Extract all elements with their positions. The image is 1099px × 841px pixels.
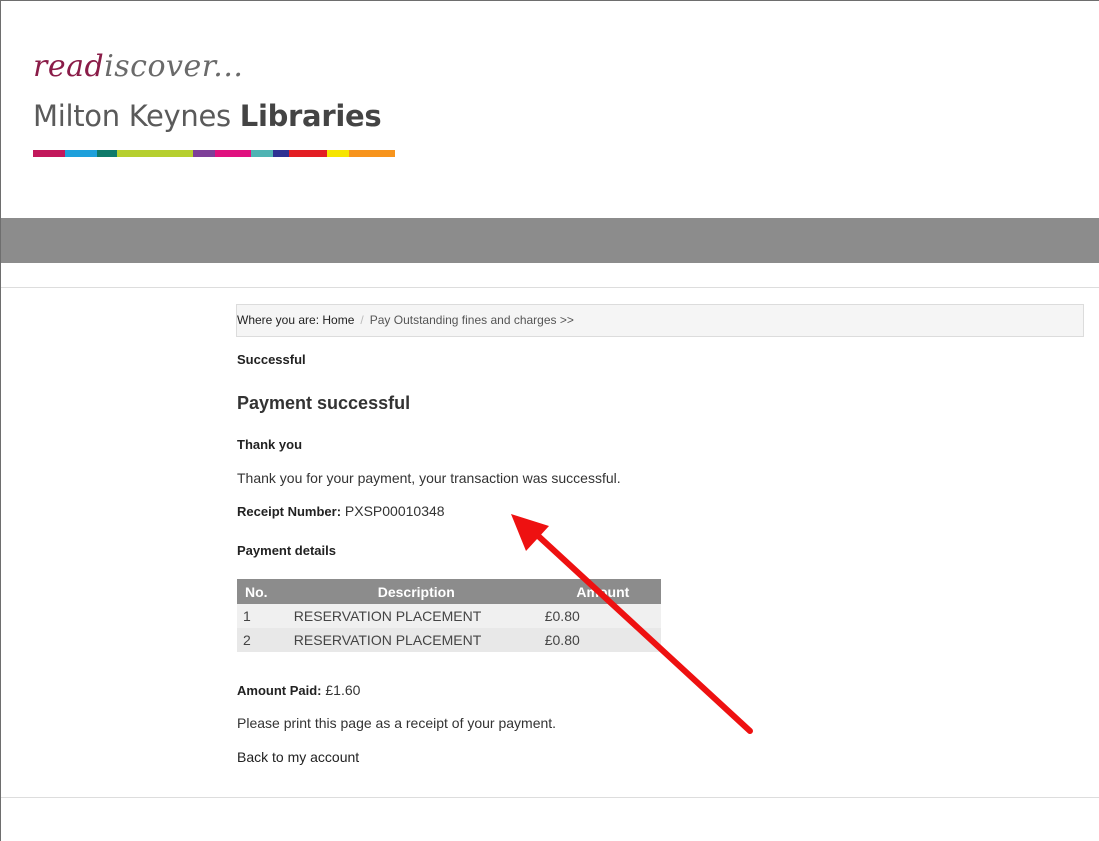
receipt-number-value: PXSP00010348 [344,503,445,519]
divider-bottom [1,797,1099,798]
amount-paid-value: £1.60 [325,682,361,698]
column-header-no: No. [237,579,288,604]
logo-color-bar [65,150,97,157]
logo-color-bar [327,150,349,157]
print-note: Please print this page as a receipt of y… [237,715,557,731]
cell-description: RESERVATION PLACEMENT [287,604,545,628]
breadcrumb-prefix: Where you are: [237,313,323,327]
thank-you-heading: Thank you [237,437,303,452]
logo-tagline[interactable]: readiscover... [33,49,243,84]
cell-amount: £0.80 [544,604,661,628]
column-header-amount: Amount [544,579,661,604]
breadcrumb-home-link[interactable]: Home [322,313,354,327]
back-to-account-link[interactable]: Back to my account [237,749,359,765]
table-header-row: No. Description Amount [237,579,661,604]
logo-color-bar [117,150,193,157]
cell-description: RESERVATION PLACEMENT [287,628,545,652]
page-title: Payment successful [237,393,411,413]
logo-color-bar [251,150,273,157]
cell-no: 2 [237,628,288,652]
logo-color-bars [33,150,395,157]
logo-color-bar [193,150,215,157]
table-row: 2 RESERVATION PLACEMENT £0.80 [237,628,661,652]
logo-title-plain: Milton Keynes [33,99,240,133]
logo-color-bar [289,150,327,157]
logo-title-bold: Libraries [239,99,382,133]
thank-you-message: Thank you for your payment, your transac… [237,470,621,486]
main-content: Where you are: Home / Pay Outstanding fine… [236,304,1084,765]
divider-top [1,287,1099,288]
receipt-number: Receipt Number: PXSP00010348 [237,503,445,519]
logo-color-bar [33,150,65,157]
amount-paid: Amount Paid: £1.60 [237,682,360,698]
breadcrumb-current: Pay Outstanding fines and charges >> [369,313,574,327]
amount-paid-label: Amount Paid: [237,683,322,698]
logo-color-bar [349,150,395,157]
logo-color-bar [215,150,251,157]
cell-no: 1 [237,604,288,628]
receipt-number-label: Receipt Number: [237,504,342,519]
navigation-band [1,218,1099,263]
logo-title[interactable]: Milton Keynes Libraries [33,99,382,133]
breadcrumb: Where you are: Home / Pay Outstanding fine… [236,304,1084,337]
logo-tagline-lead: read [33,49,105,84]
logo-tagline-rest: iscover... [104,49,244,84]
column-header-description: Description [287,579,545,604]
breadcrumb-separator: / [360,313,364,327]
payment-details-heading: Payment details [237,543,336,558]
payment-details-table: No. Description Amount 1 RESERVATION PLA… [237,579,661,652]
cell-amount: £0.80 [544,628,661,652]
table-row: 1 RESERVATION PLACEMENT £0.80 [237,604,661,628]
logo-color-bar [273,150,289,157]
site-header: readiscover... Milton Keynes Libraries [1,1,1099,218]
status-label: Successful [237,352,306,367]
logo-color-bar [97,150,117,157]
